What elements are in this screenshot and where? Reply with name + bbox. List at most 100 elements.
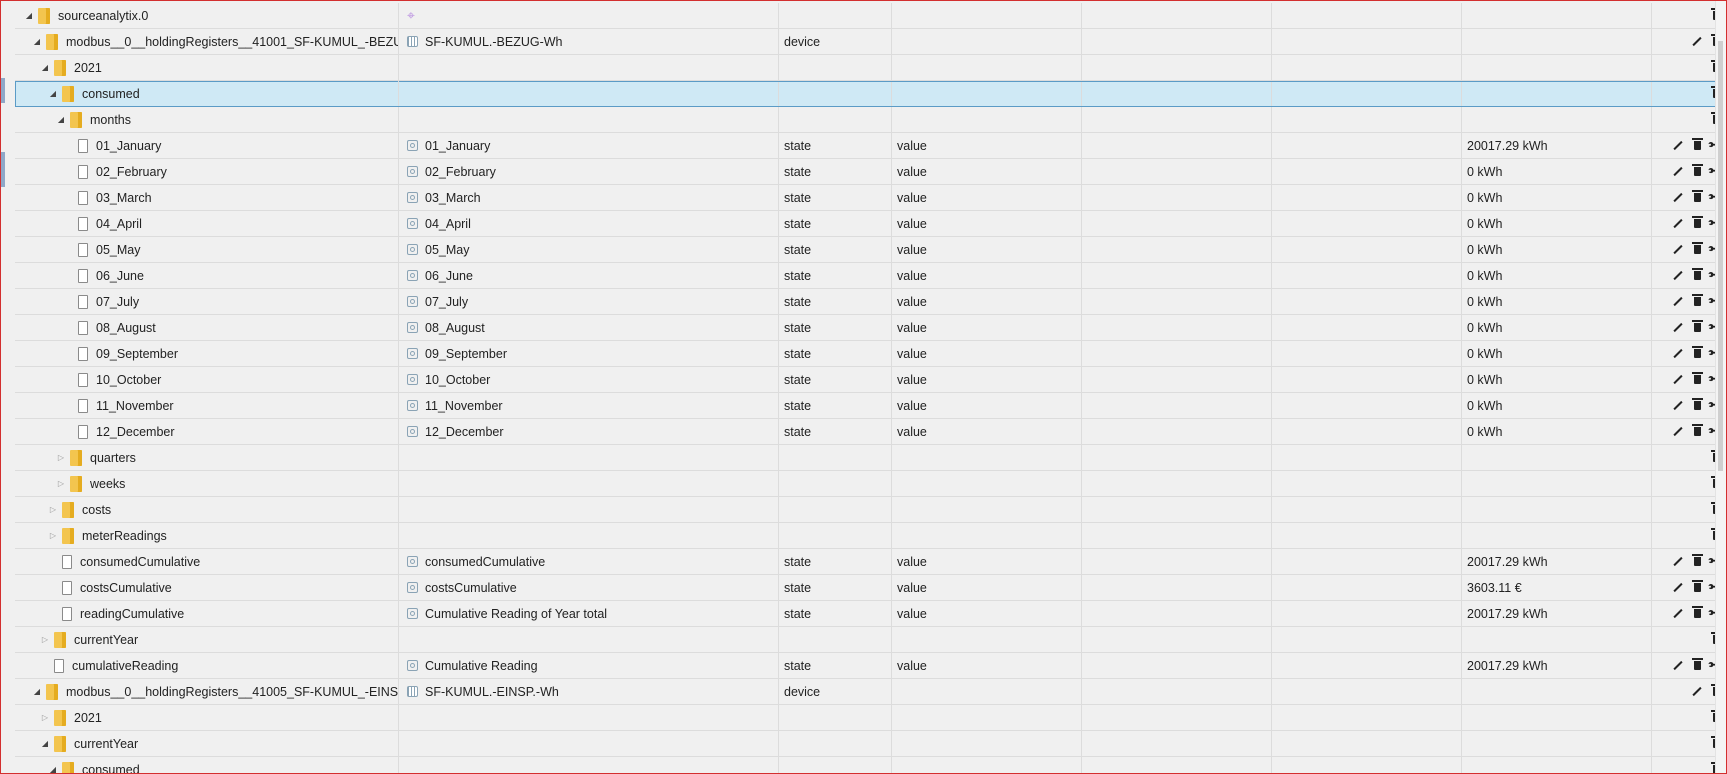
- function-cell: [1272, 3, 1462, 28]
- tree-row[interactable]: ◢ modbus__0__holdingRegisters__41001_SF-K…: [15, 29, 1726, 55]
- object-name: 11_November: [425, 398, 503, 413]
- expanded-toggle-icon[interactable]: ◢: [55, 114, 67, 126]
- tree-row[interactable]: ▷ 2021: [15, 705, 1726, 731]
- expanded-toggle-icon[interactable]: ◢: [39, 738, 51, 750]
- tree-row[interactable]: ▷ currentYear: [15, 627, 1726, 653]
- file-icon: [78, 424, 88, 439]
- tree-row[interactable]: 05_May05_Maystatevalue0 kWh🔧: [15, 237, 1726, 263]
- edit-button[interactable]: [1671, 659, 1685, 673]
- delete-button[interactable]: [1690, 424, 1704, 439]
- tree-row[interactable]: 06_June06_Junestatevalue0 kWh🔧: [15, 263, 1726, 289]
- delete-button[interactable]: [1690, 398, 1704, 413]
- edit-button[interactable]: [1690, 685, 1704, 699]
- tree-row[interactable]: ◢ sourceanalytix.0 ⌖: [15, 3, 1726, 29]
- scrollbar-thumb[interactable]: [1718, 41, 1723, 471]
- room-cell: [1082, 705, 1272, 730]
- edit-button[interactable]: [1671, 373, 1685, 387]
- delete-button[interactable]: [1690, 372, 1704, 387]
- state-icon: [407, 348, 418, 359]
- delete-button[interactable]: [1690, 164, 1704, 179]
- object-type: state: [779, 133, 892, 158]
- edit-button[interactable]: [1671, 217, 1685, 231]
- tree-row[interactable]: 03_March03_Marchstatevalue0 kWh🔧: [15, 185, 1726, 211]
- collapsed-toggle-icon[interactable]: ▷: [39, 634, 51, 646]
- object-role: [892, 29, 1082, 54]
- expanded-toggle-icon[interactable]: ◢: [23, 10, 35, 22]
- delete-button[interactable]: [1690, 320, 1704, 335]
- object-role: value: [892, 185, 1082, 210]
- id-cell: 09_September: [15, 341, 399, 366]
- tree-row[interactable]: 10_October10_Octoberstatevalue0 kWh🔧: [15, 367, 1726, 393]
- edit-button[interactable]: [1671, 399, 1685, 413]
- edit-button[interactable]: [1671, 607, 1685, 621]
- edit-button[interactable]: [1671, 295, 1685, 309]
- tree-row[interactable]: 04_April04_Aprilstatevalue0 kWh🔧: [15, 211, 1726, 237]
- tree-row[interactable]: 11_November11_Novemberstatevalue0 kWh🔧: [15, 393, 1726, 419]
- tree-row[interactable]: ▷ weeks: [15, 471, 1726, 497]
- edit-button[interactable]: [1671, 555, 1685, 569]
- tree-row[interactable]: consumedCumulative consumedCumulative stat…: [15, 549, 1726, 575]
- object-id-label: weeks: [90, 476, 126, 491]
- tree-row[interactable]: ◢ currentYear: [15, 731, 1726, 757]
- collapsed-toggle-icon[interactable]: ▷: [55, 452, 67, 464]
- tree-row[interactable]: ▷ meterReadings: [15, 523, 1726, 549]
- expanded-toggle-icon[interactable]: ◢: [47, 88, 59, 100]
- object-role: [892, 445, 1082, 470]
- tree-row[interactable]: costsCumulative costsCumulative state value…: [15, 575, 1726, 601]
- edit-button[interactable]: [1671, 425, 1685, 439]
- folder-icon: [70, 111, 82, 128]
- delete-button[interactable]: [1690, 580, 1704, 595]
- tree-row[interactable]: ◢ 2021: [15, 55, 1726, 81]
- delete-button[interactable]: [1690, 242, 1704, 257]
- collapsed-toggle-icon[interactable]: ▷: [39, 712, 51, 724]
- delete-button[interactable]: [1690, 658, 1704, 673]
- tree-row[interactable]: ▷ costs: [15, 497, 1726, 523]
- delete-button[interactable]: [1690, 606, 1704, 621]
- edit-button[interactable]: [1671, 321, 1685, 335]
- tree-row[interactable]: 02_February02_Februarystatevalue0 kWh🔧: [15, 159, 1726, 185]
- expanded-toggle-icon[interactable]: ◢: [31, 686, 43, 698]
- delete-button[interactable]: [1690, 216, 1704, 231]
- tree-row[interactable]: ▷ quarters: [15, 445, 1726, 471]
- delete-button[interactable]: [1690, 190, 1704, 205]
- function-cell: [1272, 627, 1462, 652]
- id-cell: ▷ currentYear: [15, 627, 399, 652]
- expanded-toggle-icon[interactable]: ◢: [31, 36, 43, 48]
- function-cell: [1272, 55, 1462, 80]
- edit-button[interactable]: [1671, 165, 1685, 179]
- collapsed-toggle-icon[interactable]: ▷: [47, 504, 59, 516]
- expanded-toggle-icon[interactable]: ◢: [47, 764, 59, 773]
- vertical-scrollbar[interactable]: [1715, 1, 1726, 773]
- tree-row[interactable]: ◢ consumed: [15, 757, 1726, 773]
- tree-row[interactable]: cumulativeReading Cumulative Reading state…: [15, 653, 1726, 679]
- edit-button[interactable]: [1671, 269, 1685, 283]
- edit-button[interactable]: [1671, 243, 1685, 257]
- edit-button[interactable]: [1671, 581, 1685, 595]
- tree-row[interactable]: 01_January 01_January state value 20017.29 k…: [15, 133, 1726, 159]
- tree-row[interactable]: ◢ months: [15, 107, 1726, 133]
- tree-row[interactable]: 07_July07_Julystatevalue0 kWh🔧: [15, 289, 1726, 315]
- tree-row[interactable]: 08_August08_Auguststatevalue0 kWh🔧: [15, 315, 1726, 341]
- object-id-label: 02_February: [96, 164, 167, 179]
- collapsed-toggle-icon[interactable]: ▷: [55, 478, 67, 490]
- delete-button[interactable]: [1690, 294, 1704, 309]
- delete-button[interactable]: [1690, 346, 1704, 361]
- expanded-toggle-icon[interactable]: ◢: [39, 62, 51, 74]
- edit-button[interactable]: [1671, 191, 1685, 205]
- tree-row[interactable]: 09_September09_Septemberstatevalue0 kWh🔧: [15, 341, 1726, 367]
- collapsed-toggle-icon[interactable]: ▷: [47, 530, 59, 542]
- tree-row[interactable]: 12_December12_Decemberstatevalue0 kWh🔧: [15, 419, 1726, 445]
- tree-row[interactable]: ◢ modbus__0__holdingRegisters__41005_SF-K…: [15, 679, 1726, 705]
- edit-button[interactable]: [1671, 347, 1685, 361]
- object-id-label: 04_April: [96, 216, 142, 231]
- object-role: [892, 55, 1082, 80]
- id-cell: 10_October: [15, 367, 399, 392]
- edit-button[interactable]: [1690, 35, 1704, 49]
- delete-button[interactable]: [1690, 268, 1704, 283]
- edit-button[interactable]: [1671, 139, 1685, 153]
- tree-row[interactable]: readingCumulative Cumulative Reading of Y…: [15, 601, 1726, 627]
- tree-row[interactable]: ◢ consumed: [15, 81, 1726, 107]
- delete-button[interactable]: [1690, 554, 1704, 569]
- delete-button[interactable]: [1690, 138, 1704, 153]
- object-role: value: [892, 341, 1082, 366]
